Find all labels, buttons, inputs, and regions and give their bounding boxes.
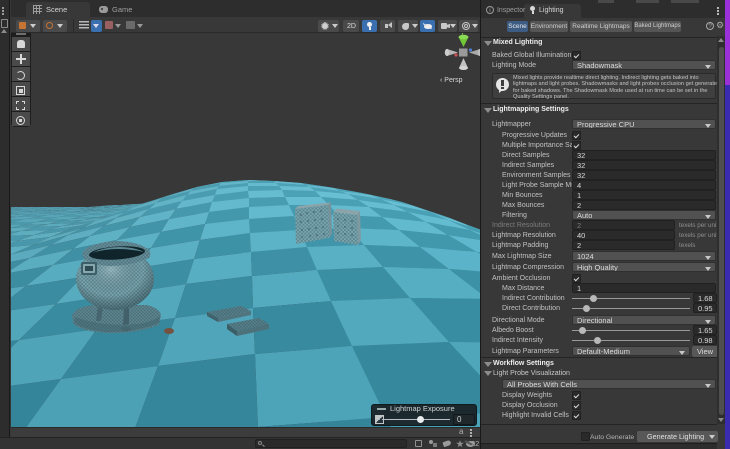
- svg-text:‹ Persp: ‹ Persp: [440, 77, 463, 84]
- svg-text:y: y: [461, 33, 464, 36]
